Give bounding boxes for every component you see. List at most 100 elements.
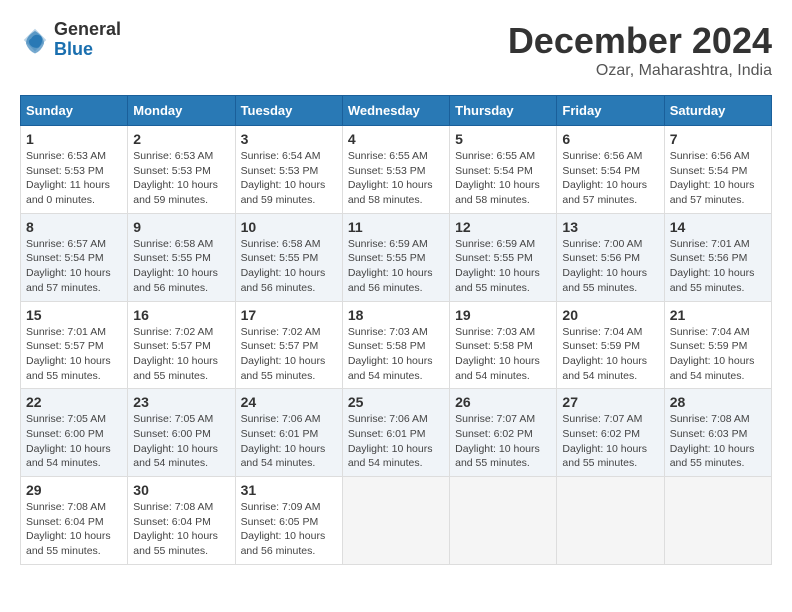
day-number: 9 (133, 219, 229, 235)
day-number: 6 (562, 131, 658, 147)
calendar-cell: 9 Sunrise: 6:58 AM Sunset: 5:55 PM Daylig… (128, 213, 235, 301)
day-number: 14 (670, 219, 766, 235)
day-info: Sunrise: 7:08 AM Sunset: 6:04 PM Dayligh… (133, 500, 229, 559)
calendar-cell: 29 Sunrise: 7:08 AM Sunset: 6:04 PM Dayli… (21, 477, 128, 565)
day-info: Sunrise: 6:58 AM Sunset: 5:55 PM Dayligh… (133, 237, 229, 296)
calendar-header: Sunday Monday Tuesday Wednesday Thursday… (21, 96, 772, 126)
calendar-cell: 22 Sunrise: 7:05 AM Sunset: 6:00 PM Dayli… (21, 389, 128, 477)
day-number: 22 (26, 394, 122, 410)
day-number: 2 (133, 131, 229, 147)
day-number: 31 (241, 482, 337, 498)
day-info: Sunrise: 7:03 AM Sunset: 5:58 PM Dayligh… (455, 325, 551, 384)
logo: General Blue (20, 20, 121, 60)
day-info: Sunrise: 6:53 AM Sunset: 5:53 PM Dayligh… (133, 149, 229, 208)
calendar-cell: 6Sunrise: 6:56 AM Sunset: 5:54 PM Daylig… (557, 126, 664, 214)
header-row: Sunday Monday Tuesday Wednesday Thursday… (21, 96, 772, 126)
day-info: Sunrise: 7:06 AM Sunset: 6:01 PM Dayligh… (348, 412, 444, 471)
day-number: 7 (670, 131, 766, 147)
day-number: 20 (562, 307, 658, 323)
calendar-table: Sunday Monday Tuesday Wednesday Thursday… (20, 95, 772, 565)
day-info: Sunrise: 7:07 AM Sunset: 6:02 PM Dayligh… (455, 412, 551, 471)
calendar-cell: 10Sunrise: 6:58 AM Sunset: 5:55 PM Dayli… (235, 213, 342, 301)
day-info: Sunrise: 6:59 AM Sunset: 5:55 PM Dayligh… (348, 237, 444, 296)
day-info: Sunrise: 6:53 AM Sunset: 5:53 PM Dayligh… (26, 149, 122, 208)
day-info: Sunrise: 7:04 AM Sunset: 5:59 PM Dayligh… (670, 325, 766, 384)
day-number: 10 (241, 219, 337, 235)
col-friday: Friday (557, 96, 664, 126)
calendar-cell: 31Sunrise: 7:09 AM Sunset: 6:05 PM Dayli… (235, 477, 342, 565)
day-info: Sunrise: 6:59 AM Sunset: 5:55 PM Dayligh… (455, 237, 551, 296)
day-number: 13 (562, 219, 658, 235)
calendar-cell: 1 Sunrise: 6:53 AM Sunset: 5:53 PM Daylig… (21, 126, 128, 214)
calendar-cell: 21 Sunrise: 7:04 AM Sunset: 5:59 PM Dayli… (664, 301, 771, 389)
day-number: 25 (348, 394, 444, 410)
calendar-cell: 3Sunrise: 6:54 AM Sunset: 5:53 PM Daylig… (235, 126, 342, 214)
logo-icon (20, 25, 50, 55)
day-info: Sunrise: 7:01 AM Sunset: 5:57 PM Dayligh… (26, 325, 122, 384)
location-title: Ozar, Maharashtra, India (508, 62, 772, 80)
calendar-cell: 19 Sunrise: 7:03 AM Sunset: 5:58 PM Dayli… (450, 301, 557, 389)
day-info: Sunrise: 7:08 AM Sunset: 6:04 PM Dayligh… (26, 500, 122, 559)
calendar-cell (450, 477, 557, 565)
calendar-cell: 15 Sunrise: 7:01 AM Sunset: 5:57 PM Dayli… (21, 301, 128, 389)
calendar-cell: 4Sunrise: 6:55 AM Sunset: 5:53 PM Daylig… (342, 126, 449, 214)
calendar-cell (557, 477, 664, 565)
day-number: 21 (670, 307, 766, 323)
day-info: Sunrise: 6:55 AM Sunset: 5:54 PM Dayligh… (455, 149, 551, 208)
day-number: 8 (26, 219, 122, 235)
day-info: Sunrise: 7:01 AM Sunset: 5:56 PM Dayligh… (670, 237, 766, 296)
day-info: Sunrise: 6:56 AM Sunset: 5:54 PM Dayligh… (670, 149, 766, 208)
day-number: 12 (455, 219, 551, 235)
col-sunday: Sunday (21, 96, 128, 126)
calendar-week-row: 22 Sunrise: 7:05 AM Sunset: 6:00 PM Dayli… (21, 389, 772, 477)
day-number: 3 (241, 131, 337, 147)
calendar-cell (664, 477, 771, 565)
day-number: 19 (455, 307, 551, 323)
day-info: Sunrise: 7:05 AM Sunset: 6:00 PM Dayligh… (133, 412, 229, 471)
calendar-week-row: 15 Sunrise: 7:01 AM Sunset: 5:57 PM Dayli… (21, 301, 772, 389)
day-info: Sunrise: 7:02 AM Sunset: 5:57 PM Dayligh… (241, 325, 337, 384)
day-number: 17 (241, 307, 337, 323)
col-thursday: Thursday (450, 96, 557, 126)
col-wednesday: Wednesday (342, 96, 449, 126)
calendar-week-row: 29 Sunrise: 7:08 AM Sunset: 6:04 PM Dayli… (21, 477, 772, 565)
calendar-cell: 11 Sunrise: 6:59 AM Sunset: 5:55 PM Dayli… (342, 213, 449, 301)
day-info: Sunrise: 7:03 AM Sunset: 5:58 PM Dayligh… (348, 325, 444, 384)
day-number: 18 (348, 307, 444, 323)
calendar-cell: 26 Sunrise: 7:07 AM Sunset: 6:02 PM Dayli… (450, 389, 557, 477)
calendar-cell: 23Sunrise: 7:05 AM Sunset: 6:00 PM Dayli… (128, 389, 235, 477)
calendar-cell: 8 Sunrise: 6:57 AM Sunset: 5:54 PM Daylig… (21, 213, 128, 301)
day-number: 29 (26, 482, 122, 498)
calendar-cell: 17 Sunrise: 7:02 AM Sunset: 5:57 PM Dayli… (235, 301, 342, 389)
day-info: Sunrise: 7:06 AM Sunset: 6:01 PM Dayligh… (241, 412, 337, 471)
logo-blue: Blue (54, 40, 121, 60)
day-number: 15 (26, 307, 122, 323)
day-number: 11 (348, 219, 444, 235)
day-number: 26 (455, 394, 551, 410)
day-info: Sunrise: 7:00 AM Sunset: 5:56 PM Dayligh… (562, 237, 658, 296)
day-info: Sunrise: 7:04 AM Sunset: 5:59 PM Dayligh… (562, 325, 658, 384)
day-info: Sunrise: 7:05 AM Sunset: 6:00 PM Dayligh… (26, 412, 122, 471)
day-number: 16 (133, 307, 229, 323)
day-number: 28 (670, 394, 766, 410)
col-saturday: Saturday (664, 96, 771, 126)
day-number: 5 (455, 131, 551, 147)
day-info: Sunrise: 6:55 AM Sunset: 5:53 PM Dayligh… (348, 149, 444, 208)
logo-text: General Blue (54, 20, 121, 60)
calendar-cell (342, 477, 449, 565)
calendar-cell: 14 Sunrise: 7:01 AM Sunset: 5:56 PM Dayli… (664, 213, 771, 301)
day-number: 1 (26, 131, 122, 147)
day-info: Sunrise: 7:07 AM Sunset: 6:02 PM Dayligh… (562, 412, 658, 471)
calendar-cell: 12 Sunrise: 6:59 AM Sunset: 5:55 PM Dayli… (450, 213, 557, 301)
day-number: 24 (241, 394, 337, 410)
logo-general: General (54, 20, 121, 40)
day-number: 27 (562, 394, 658, 410)
calendar-cell: 24 Sunrise: 7:06 AM Sunset: 6:01 PM Dayli… (235, 389, 342, 477)
calendar-body: 1 Sunrise: 6:53 AM Sunset: 5:53 PM Daylig… (21, 126, 772, 565)
col-monday: Monday (128, 96, 235, 126)
calendar-cell: 27 Sunrise: 7:07 AM Sunset: 6:02 PM Dayli… (557, 389, 664, 477)
calendar-week-row: 8 Sunrise: 6:57 AM Sunset: 5:54 PM Daylig… (21, 213, 772, 301)
calendar-cell: 5 Sunrise: 6:55 AM Sunset: 5:54 PM Daylig… (450, 126, 557, 214)
day-info: Sunrise: 6:57 AM Sunset: 5:54 PM Dayligh… (26, 237, 122, 296)
col-tuesday: Tuesday (235, 96, 342, 126)
